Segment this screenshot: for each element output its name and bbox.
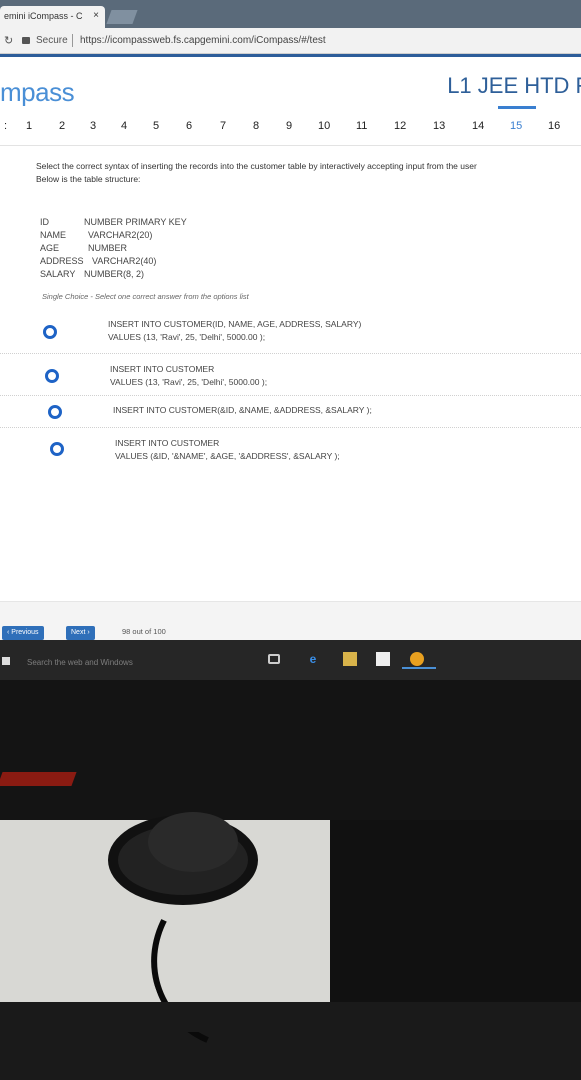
- question-number-active[interactable]: 15: [510, 120, 522, 132]
- option-line: INSERT INTO CUSTOMER: [115, 438, 220, 448]
- column-type: NUMBER(8, 2): [84, 269, 145, 279]
- active-app-indicator: [402, 667, 436, 669]
- app-header: mpass L1 JEE HTD F: [0, 54, 581, 107]
- lock-icon: [22, 37, 30, 44]
- radio-button[interactable]: [48, 405, 62, 419]
- question-number[interactable]: 10: [318, 120, 330, 132]
- question-panel: Select the correct syntax of inserting t…: [0, 146, 581, 601]
- radio-button[interactable]: [45, 369, 59, 383]
- active-question-indicator: [498, 106, 536, 109]
- reload-icon[interactable]: ↻: [4, 34, 13, 47]
- question-number[interactable]: 12: [394, 120, 406, 132]
- monitor-accent: [0, 772, 77, 786]
- answer-option[interactable]: INSERT INTO CUSTOMER(ID, NAME, AGE, ADDR…: [0, 310, 581, 354]
- column-type: NUMBER: [88, 243, 128, 253]
- url-field[interactable]: https://icompassweb.fs.capgemini.com/iCo…: [80, 35, 326, 46]
- desk-shadow: [330, 820, 581, 1032]
- column-name: ID: [40, 217, 49, 227]
- screen: emini iCompass - C × ↻ Secure https://ic…: [0, 0, 581, 640]
- question-number[interactable]: 13: [433, 120, 445, 132]
- browser-tab[interactable]: emini iCompass - C ×: [0, 6, 105, 28]
- question-number[interactable]: 14: [472, 120, 484, 132]
- question-number[interactable]: 8: [253, 120, 259, 132]
- option-text: INSERT INTO CUSTOMER(ID, NAME, AGE, ADDR…: [108, 318, 361, 344]
- table-structure: ID NUMBER PRIMARY KEY NAME VARCHAR2(20) …: [40, 216, 187, 281]
- question-number[interactable]: 9: [286, 120, 292, 132]
- edge-icon[interactable]: e: [306, 652, 320, 666]
- answer-option[interactable]: INSERT INTO CUSTOMER VALUES (13, 'Ravi',…: [0, 354, 581, 396]
- column-name: NAME: [40, 230, 67, 240]
- desk-edge: [0, 1002, 581, 1032]
- previous-button[interactable]: ‹ Previous: [2, 626, 44, 640]
- task-view-icon[interactable]: [268, 654, 280, 664]
- structure-row: ADDRESS VARCHAR2(40): [40, 255, 156, 268]
- option-line: VALUES (&ID, '&NAME', &AGE, '&ADDRESS', …: [115, 451, 340, 461]
- question-text: Select the correct syntax of inserting t…: [36, 160, 581, 186]
- question-number[interactable]: 5: [153, 120, 159, 132]
- question-line: Select the correct syntax of inserting t…: [36, 161, 477, 171]
- chrome-icon[interactable]: [410, 652, 424, 666]
- question-number[interactable]: 3: [90, 120, 96, 132]
- column-type: VARCHAR2(40): [92, 256, 157, 266]
- monitor-stand-neck: [148, 812, 238, 872]
- question-navigator: : 1 2 3 4 5 6 7 8 9 10 11 12 13 14 15 16: [0, 106, 581, 146]
- option-line: VALUES (13, 'Ravi', 25, 'Delhi', 5000.00…: [108, 332, 266, 342]
- question-number[interactable]: 11: [356, 120, 367, 132]
- question-number[interactable]: 1: [26, 120, 32, 132]
- option-line: INSERT INTO CUSTOMER(&ID, &NAME, &ADDRES…: [113, 405, 372, 415]
- new-tab-button[interactable]: [106, 10, 138, 24]
- divider: [72, 34, 73, 47]
- column-name: ADDRESS: [40, 256, 84, 266]
- question-number[interactable]: 16: [548, 120, 560, 132]
- option-line: INSERT INTO CUSTOMER: [110, 364, 215, 374]
- structure-row: AGE NUMBER: [40, 242, 127, 255]
- option-line: VALUES (13, 'Ravi', 25, 'Delhi', 5000.00…: [110, 377, 268, 387]
- nav-colon: :: [4, 120, 8, 132]
- option-line: INSERT INTO CUSTOMER(ID, NAME, AGE, ADDR…: [108, 319, 362, 329]
- address-bar: ↻ Secure https://icompassweb.fs.capgemin…: [0, 28, 581, 54]
- option-text: INSERT INTO CUSTOMER VALUES (13, 'Ravi',…: [110, 363, 267, 389]
- next-button[interactable]: Next ›: [66, 626, 95, 640]
- windows-start-icon[interactable]: [2, 657, 10, 665]
- answer-option[interactable]: INSERT INTO CUSTOMER(&ID, &NAME, &ADDRES…: [0, 396, 581, 428]
- file-explorer-icon[interactable]: [343, 652, 357, 666]
- answer-hint: Single Choice - Select one correct answe…: [42, 292, 249, 301]
- monitor-bezel: [0, 680, 581, 820]
- question-number[interactable]: 7: [220, 120, 226, 132]
- taskbar: Search the web and Windows e: [0, 640, 581, 680]
- question-number[interactable]: 6: [186, 120, 192, 132]
- structure-row: NAME VARCHAR2(20): [40, 229, 152, 242]
- tab-title: emini iCompass - C: [4, 11, 83, 21]
- question-number[interactable]: 4: [121, 120, 127, 132]
- navigation-footer: ‹ Previous Next › 98 out of 100: [0, 601, 581, 640]
- progress-text: 98 out of 100: [122, 627, 166, 636]
- browser-tab-bar: emini iCompass - C ×: [0, 0, 581, 28]
- structure-row: ID NUMBER PRIMARY KEY: [40, 216, 187, 229]
- secure-label: Secure: [36, 35, 68, 46]
- column-name: AGE: [40, 243, 60, 253]
- store-icon[interactable]: [376, 652, 390, 666]
- option-text: INSERT INTO CUSTOMER(&ID, &NAME, &ADDRES…: [113, 404, 372, 417]
- radio-button[interactable]: [50, 442, 64, 456]
- exam-title: L1 JEE HTD F: [447, 73, 581, 98]
- radio-button[interactable]: [43, 325, 57, 339]
- answer-option[interactable]: INSERT INTO CUSTOMER VALUES (&ID, '&NAME…: [0, 428, 581, 468]
- structure-row: SALARY NUMBER(8, 2): [40, 268, 144, 281]
- option-text: INSERT INTO CUSTOMER VALUES (&ID, '&NAME…: [115, 437, 340, 463]
- taskbar-search[interactable]: Search the web and Windows: [27, 658, 133, 667]
- logo: mpass: [0, 77, 75, 107]
- question-line: Below is the table structure:: [36, 174, 141, 184]
- column-type: VARCHAR2(20): [88, 230, 153, 240]
- tab-close-icon[interactable]: ×: [93, 10, 99, 21]
- column-type: NUMBER PRIMARY KEY: [84, 217, 187, 227]
- column-name: SALARY: [40, 269, 76, 279]
- question-number[interactable]: 2: [59, 120, 65, 132]
